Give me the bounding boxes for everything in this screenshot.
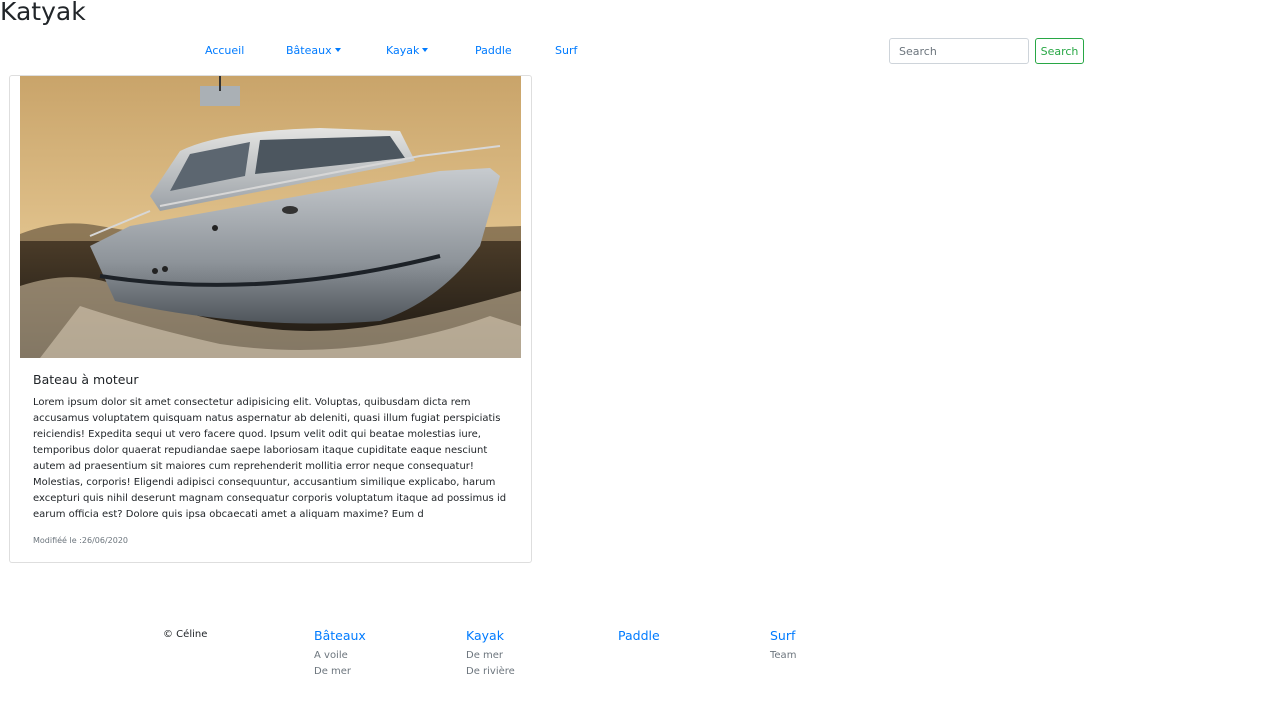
footer-col-bateaux: Bâteaux A voile De mer xyxy=(314,628,366,680)
footer-col-surf: Surf Team xyxy=(770,628,796,664)
footer-copyright: © Céline xyxy=(163,629,208,640)
footer-link-team[interactable]: Team xyxy=(770,648,796,664)
footer-col-title: Paddle xyxy=(618,628,660,643)
nav-bateaux-dropdown[interactable]: Bâteaux xyxy=(286,44,341,57)
card-modified-date: Modifiéé le :26/06/2020 xyxy=(33,536,129,545)
footer-col-kayak: Kayak De mer De rivière xyxy=(466,628,515,680)
footer-col-paddle: Paddle xyxy=(618,628,660,648)
nav-surf[interactable]: Surf xyxy=(555,44,577,57)
nav-kayak-label: Kayak xyxy=(386,44,420,57)
boat-image xyxy=(20,76,521,358)
nav-paddle-label: Paddle xyxy=(475,44,512,57)
nav-accueil-label: Accueil xyxy=(205,44,245,57)
caret-down-icon xyxy=(334,48,341,52)
footer-col-title: Kayak xyxy=(466,628,504,643)
footer-link-de-mer[interactable]: De mer xyxy=(314,664,366,680)
footer-col-title: Bâteaux xyxy=(314,628,366,643)
nav-accueil[interactable]: Accueil xyxy=(205,44,244,57)
footer-col-title: Surf xyxy=(770,628,796,643)
card-text: Lorem ipsum dolor sit amet consectetur a… xyxy=(33,397,507,520)
search-input[interactable] xyxy=(889,38,1029,64)
footer-link-a-voile[interactable]: A voile xyxy=(314,648,366,664)
nav-paddle[interactable]: Paddle xyxy=(475,44,512,57)
footer-link-de-riviere[interactable]: De rivière xyxy=(466,664,515,680)
nav-surf-label: Surf xyxy=(555,44,578,57)
nav-kayak-dropdown[interactable]: Kayak xyxy=(386,44,429,57)
nav-bateaux-label: Bâteaux xyxy=(286,44,332,57)
site-brand[interactable]: Katyak xyxy=(0,0,86,26)
caret-down-icon xyxy=(422,48,429,52)
search-button[interactable]: Search xyxy=(1035,38,1084,64)
footer-link-de-mer[interactable]: De mer xyxy=(466,648,515,664)
article-card: Bateau à moteur Lorem ipsum dolor sit am… xyxy=(9,75,532,563)
card-title: Bateau à moteur xyxy=(33,372,139,387)
